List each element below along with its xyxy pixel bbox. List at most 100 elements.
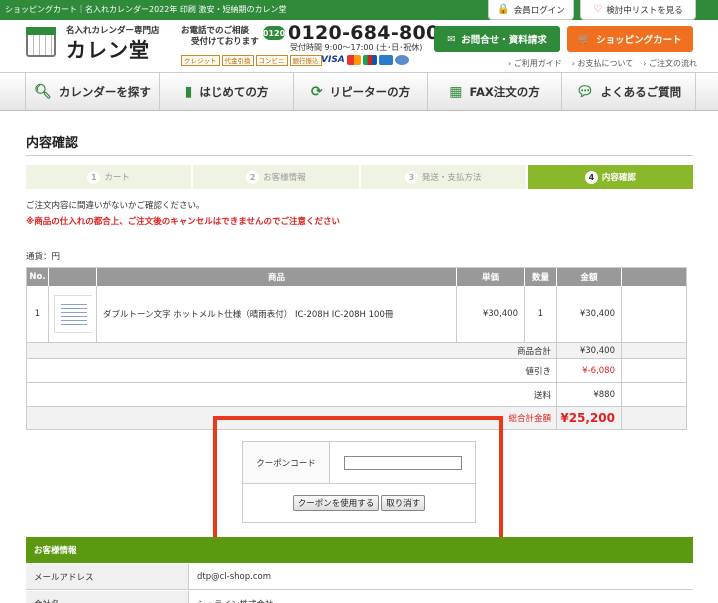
cart-icon: 🛒 [578, 33, 591, 45]
amex-icon [378, 55, 393, 65]
cancel-warning: ※商品の仕入れの都合上、ご注文後のキャンセルはできませんのでご注意ください [26, 217, 341, 227]
envelope-icon: ✉ [447, 33, 456, 45]
payment-badge: 代金引換 [221, 55, 254, 66]
logo-text[interactable]: カレン堂 [66, 34, 150, 63]
row-no: 1 [27, 286, 49, 342]
phone-consult-text: お電話でのご相談 受付けております [181, 26, 259, 48]
subtotal-label: 商品合計 [27, 343, 557, 358]
col-price: 単価 [457, 268, 525, 286]
visa-logo: VISA [321, 55, 345, 65]
row-image-cell [49, 286, 97, 342]
nav-label: リピーターの方 [329, 84, 411, 99]
nav-fax-order[interactable]: ▦ FAX注文の方 [428, 73, 562, 110]
table-row: 1 ダブルトーン文字 ホットメルト仕様（晴雨表付） IC-208H IC-208… [27, 286, 686, 343]
row-product-name: ダブルトーン文字 ホットメルト仕様（晴雨表付） IC-208H IC-208H … [97, 286, 457, 342]
total-row: 総合計金額 ¥25,200 [27, 407, 686, 429]
apply-coupon-button[interactable]: クーポンを使用する [292, 495, 380, 511]
phone-number: 0120-684-800 [288, 22, 440, 44]
payment-info-link[interactable]: › お支払について [572, 58, 634, 69]
customer-info-header: お客様情報 [26, 537, 693, 563]
col-spacer [622, 268, 686, 286]
diners-icon [394, 55, 409, 65]
calendar-logo-icon[interactable] [26, 27, 56, 57]
payment-badges: クレジット 代金引換 コンビニ 銀行振込 [181, 55, 322, 66]
contact-label: お問合せ・資料請求 [461, 35, 547, 46]
total-value: ¥25,200 [557, 407, 622, 429]
coupon-code-input[interactable] [343, 455, 462, 470]
nav-find-calendar[interactable]: 🔍︎ カレンダーを探す [25, 73, 160, 110]
guide-link[interactable]: › ご利用ガイド [508, 58, 562, 69]
consult-line-2: 受付けております [191, 37, 259, 47]
row-qty: 1 [525, 286, 557, 342]
email-label: メールアドレス [26, 564, 189, 589]
discount-value: ¥-6,080 [557, 359, 622, 382]
coupon-actions: クーポンを使用する 取り消す [243, 484, 475, 522]
shopping-cart-button[interactable]: 🛒 ショッピングカート [567, 26, 693, 52]
cancel-coupon-button[interactable]: 取り消す [381, 495, 426, 511]
step-label: カート [104, 173, 130, 183]
row-price: ¥30,400 [457, 286, 525, 342]
customer-company-row: 会社名 シュライン株式会社 [26, 591, 693, 603]
nav-faq[interactable]: 💬︎ よくあるご質問 [562, 73, 696, 110]
title-divider [26, 155, 693, 156]
main-nav: 🔍︎ カレンダーを探す ▮ はじめての方 ⟳ リピーターの方 ▦ FAX注文の方… [0, 72, 718, 111]
nav-label: カレンダーを探す [58, 84, 151, 99]
card-brands: VISA [321, 55, 409, 65]
email-value: dtp@cl-shop.com [197, 571, 271, 582]
currency-label: 通貨：円 [26, 252, 61, 262]
nav-first-time[interactable]: ▮ はじめての方 [160, 73, 294, 110]
step-number: 1 [87, 170, 101, 184]
step-confirm: 4 内容確認 [527, 165, 693, 189]
step-label: お客様情報 [263, 173, 306, 183]
shipping-row: 送料 ¥880 [27, 383, 686, 407]
subtotal-value: ¥30,400 [557, 343, 622, 358]
row-spacer [622, 286, 686, 342]
shipping-value: ¥880 [557, 383, 622, 406]
col-no: No. [27, 268, 49, 286]
step-shipping-payment: 3 発送・支払方法 [360, 165, 526, 189]
step-number: 2 [246, 170, 260, 184]
product-thumbnail[interactable] [53, 295, 92, 333]
coupon-code-row: クーポンコード [243, 442, 475, 484]
col-amount: 金額 [557, 268, 622, 286]
cart-label: ショッピングカート [596, 35, 682, 46]
wishlist-label: 検討中リストを見る [606, 5, 683, 16]
payment-badge: コンビニ [255, 55, 288, 66]
payment-badge: 銀行振込 [289, 55, 322, 66]
discount-row: 値引き ¥-6,080 [27, 359, 686, 383]
step-number: 4 [584, 170, 598, 184]
wishlist-button[interactable]: ♡ 検討中リストを見る [580, 0, 696, 20]
customer-email-row: メールアドレス dtp@cl-shop.com [26, 564, 693, 590]
checkout-steps: 1 カート 2 お客様情報 3 発送・支払方法 4 内容確認 [26, 165, 693, 189]
col-image [49, 268, 97, 286]
consult-line-1: お電話でのご相談 [181, 26, 250, 36]
row-amount: ¥30,400 [557, 286, 622, 342]
company-value: シュライン株式会社 [189, 591, 693, 603]
order-table: No. 商品 単価 数量 金額 1 ダブルトーン文字 ホットメルト仕様（晴雨表付… [26, 267, 687, 430]
header-sublinks: › ご利用ガイド › お支払について › ご注文の流れ [508, 58, 697, 69]
freedial-icon: 0120 [263, 26, 285, 40]
lock-icon: 🔒 [497, 4, 510, 15]
step-cart: 1 カート [26, 165, 192, 189]
beginner-icon: ▮ [184, 83, 193, 100]
discount-label: 値引き [27, 359, 557, 382]
step-customer-info: 2 お客様情報 [193, 165, 359, 189]
login-label: 会員ログイン [513, 5, 565, 16]
subtotal-row: 商品合計 ¥30,400 [27, 343, 686, 359]
nav-label: よくあるご質問 [600, 84, 682, 99]
col-product: 商品 [97, 268, 457, 286]
login-button[interactable]: 🔒 会員ログイン [488, 0, 574, 20]
nav-label: はじめての方 [199, 84, 269, 99]
search-icon: 🔍︎ [34, 83, 52, 100]
step-label: 内容確認 [601, 173, 636, 183]
contact-request-button[interactable]: ✉ お問合せ・資料請求 [434, 26, 560, 52]
coupon-code-label: クーポンコード [243, 442, 330, 483]
confirm-notice: ご注文内容に間違いがないかご確認ください。 [26, 201, 205, 211]
mastercard-icon [346, 55, 361, 65]
page-title: 内容確認 [26, 136, 79, 151]
nav-repeater[interactable]: ⟳ リピーターの方 [294, 73, 428, 110]
table-header: No. 商品 単価 数量 金額 [27, 268, 686, 286]
freedial: 0120 0120-684-800 [263, 22, 440, 44]
order-flow-link[interactable]: › ご注文の流れ [643, 58, 697, 69]
total-label: 総合計金額 [27, 407, 557, 429]
